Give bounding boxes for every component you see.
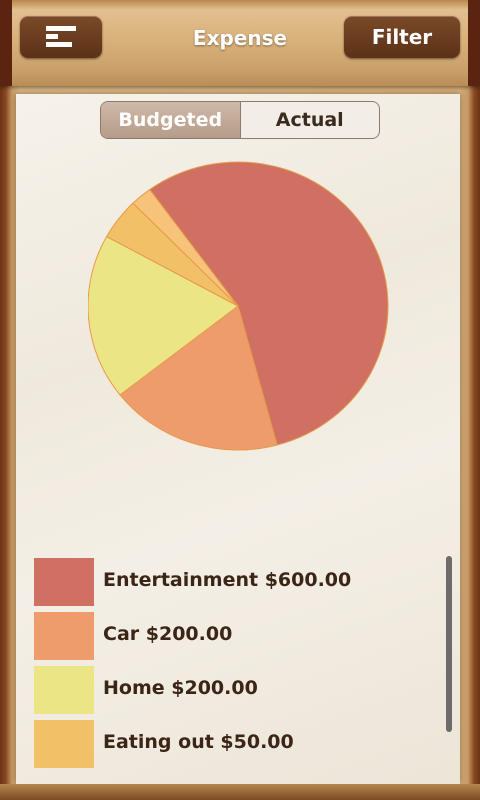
legend-label: Car $200.00 — [103, 623, 233, 645]
expense-pie-chart — [88, 161, 389, 451]
tab-budgeted[interactable]: Budgeted — [101, 102, 241, 138]
list-menu-icon — [46, 26, 76, 47]
list-item[interactable]: Entertainment $600.00 — [34, 556, 434, 610]
legend-swatch — [34, 720, 94, 768]
list-item[interactable]: Home $200.00 — [34, 664, 434, 718]
legend-label: Home $200.00 — [103, 677, 258, 699]
menu-button[interactable] — [20, 16, 102, 58]
legend-label: Eating out $50.00 — [103, 731, 294, 753]
page-title: Expense — [192, 26, 288, 50]
tab-actual[interactable]: Actual — [241, 102, 380, 138]
frame-corner-right — [468, 0, 480, 86]
legend-scrollbar[interactable] — [446, 556, 452, 732]
content-panel: Budgeted Actual Entertainment $600.00 Ca… — [16, 94, 460, 784]
legend-list: Entertainment $600.00 Car $200.00 Home $… — [34, 556, 434, 772]
view-toggle: Budgeted Actual — [100, 101, 380, 139]
filter-button[interactable]: Filter — [344, 16, 460, 58]
legend-swatch — [34, 666, 94, 714]
legend-label: Entertainment $600.00 — [103, 569, 352, 591]
frame-bottom — [0, 784, 480, 800]
frame-corner-left — [0, 0, 12, 86]
legend-swatch — [34, 612, 94, 660]
list-item[interactable]: Eating out $50.00 — [34, 718, 434, 772]
legend-swatch — [34, 558, 94, 606]
list-item[interactable]: Car $200.00 — [34, 610, 434, 664]
